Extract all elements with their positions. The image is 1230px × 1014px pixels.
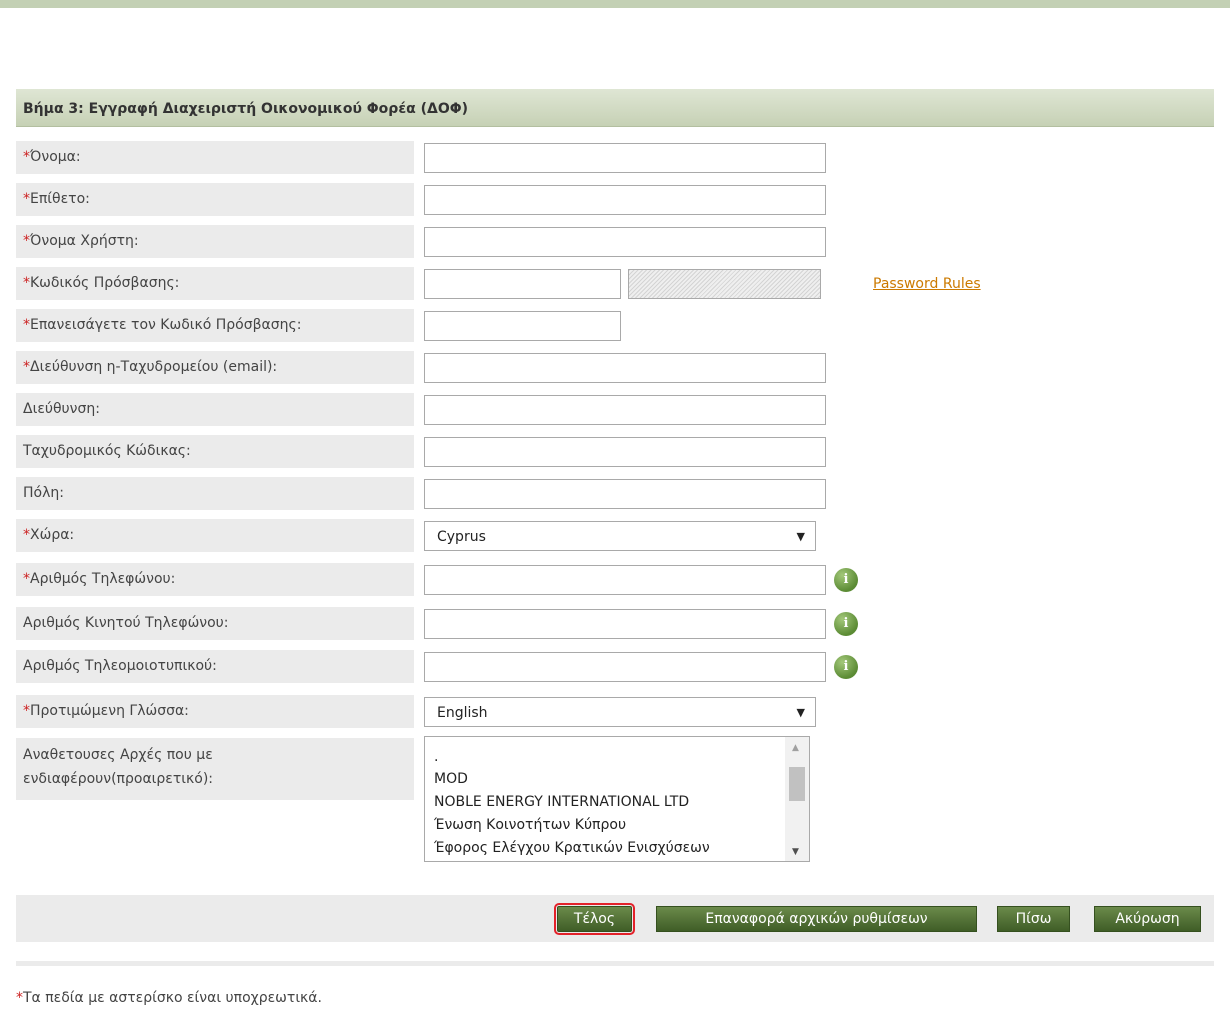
password-rules-link[interactable]: Password Rules [873,267,981,301]
email-input[interactable] [424,353,826,383]
fax-input[interactable] [424,652,826,682]
username-label: *Όνομα Χρήστη: [16,225,414,258]
required-asterisk: * [23,275,30,291]
required-asterisk: * [16,990,23,1006]
required-asterisk: * [23,317,30,333]
form-row-email: *Διεύθυνση η-Ταχυδρομείου (email): [16,351,1214,385]
country-label: *Χώρα: [16,519,414,552]
password-confirm-input[interactable] [424,311,621,341]
authorities-listbox[interactable]: . MOD NOBLE ENERGY INTERNATIONAL LTD Ένω… [424,736,810,862]
postal-code-label: Ταχυδρομικός Κώδικας: [16,435,414,468]
form-row-fax: Αριθμός Τηλεομοιοτυπικού: i [16,650,1214,684]
required-fields-note: *Τα πεδία με αστερίσκο είναι υποχρεωτικά… [16,990,322,1006]
last-name-label-text: Επίθετο: [30,191,90,207]
list-item[interactable]: MOD [434,767,780,791]
scroll-up-icon[interactable]: ▲ [792,743,799,753]
cancel-button[interactable]: Ακύρωση [1094,906,1201,932]
required-asterisk: * [23,233,30,249]
city-label: Πόλη: [16,477,414,510]
form-row-country: *Χώρα: Cyprus ▼ [16,519,1214,553]
finish-button[interactable]: Τέλος [554,903,635,935]
scrollbar-thumb[interactable] [789,767,805,801]
reset-button[interactable]: Επαναφορά αρχικών ρυθμίσεων [656,906,977,932]
language-selected-value: English [437,705,488,721]
address-input[interactable] [424,395,826,425]
first-name-input[interactable] [424,143,826,173]
footnote-text: Τα πεδία με αστερίσκο είναι υποχρεωτικά. [23,990,322,1006]
last-name-input[interactable] [424,185,826,215]
mobile-input[interactable] [424,609,826,639]
info-icon[interactable]: i [834,655,858,679]
authorities-label-line2: ενδιαφέρουν(προαιρετικό): [23,771,214,787]
required-asterisk: * [23,149,30,165]
language-label: *Προτιμώμενη Γλώσσα: [16,695,414,728]
password-label: *Κωδικός Πρόσβασης: [16,267,414,300]
form-row-postal-code: Ταχυδρομικός Κώδικας: [16,435,1214,469]
form-row-mobile: Αριθμός Κινητού Τηλεφώνου: i [16,607,1214,641]
password-label-text: Κωδικός Πρόσβασης: [30,275,180,291]
mobile-label: Αριθμός Κινητού Τηλεφώνου: [16,607,414,640]
chevron-down-icon: ▼ [796,706,805,719]
form-row-password-confirm: *Επανεισάγετε τον Κωδικό Πρόσβασης: [16,309,1214,343]
phone-label-text: Αριθμός Τηλεφώνου: [30,571,176,587]
language-select[interactable]: English ▼ [424,697,816,727]
username-input[interactable] [424,227,826,257]
form-row-first-name: *Όνομα: [16,141,1214,175]
back-button[interactable]: Πίσω [997,906,1070,932]
top-accent-bar [0,0,1230,8]
list-item[interactable]: Έφορος Ελέγχου Κρατικών Ενισχύσεων [434,836,780,860]
country-selected-value: Cyprus [437,529,486,545]
first-name-label-text: Όνομα: [30,149,81,165]
password-confirm-label: *Επανεισάγετε τον Κωδικό Πρόσβασης: [16,309,414,342]
required-asterisk: * [23,703,30,719]
required-asterisk: * [23,359,30,375]
authorities-label: Αναθετουσες Αρχές που με ενδιαφέρουν(προ… [16,738,414,800]
info-icon[interactable]: i [834,568,858,592]
info-icon[interactable]: i [834,612,858,636]
panel-title: Βήμα 3: Εγγραφή Διαχειριστή Οικονομικού … [16,89,1214,127]
email-label-text: Διεύθυνση η-Ταχυδρομείου (email): [30,359,278,375]
country-select[interactable]: Cyprus ▼ [424,521,816,551]
required-asterisk: * [23,527,30,543]
authorities-label-line1: Αναθετουσες Αρχές που με [23,747,213,763]
form-row-phone: *Αριθμός Τηλεφώνου: i [16,563,1214,597]
form-row-password: *Κωδικός Πρόσβασης: Password Rules [16,267,1214,301]
country-label-text: Χώρα: [30,527,75,543]
required-asterisk: * [23,571,30,587]
form-row-username: *Όνομα Χρήστη: [16,225,1214,259]
divider [16,961,1214,966]
list-item[interactable]: Ένωση Κοινοτήτων Κύπρου [434,813,780,837]
password-input[interactable] [424,269,621,299]
form-row-city: Πόλη: [16,477,1214,511]
password-strength-meter [628,269,821,299]
address-label: Διεύθυνση: [16,393,414,426]
form-row-last-name: *Επίθετο: [16,183,1214,217]
list-item[interactable]: . [434,745,780,769]
last-name-label: *Επίθετο: [16,183,414,216]
phone-label: *Αριθμός Τηλεφώνου: [16,563,414,596]
required-asterisk: * [23,191,30,207]
listbox-scrollbar[interactable]: ▲ ▼ [785,737,809,861]
form-row-language: *Προτιμώμενη Γλώσσα: English ▼ [16,695,1214,729]
first-name-label: *Όνομα: [16,141,414,174]
fax-label: Αριθμός Τηλεομοιοτυπικού: [16,650,414,683]
scroll-down-icon[interactable]: ▼ [792,847,799,857]
city-input[interactable] [424,479,826,509]
username-label-text: Όνομα Χρήστη: [30,233,139,249]
language-label-text: Προτιμώμενη Γλώσσα: [30,703,189,719]
phone-input[interactable] [424,565,826,595]
form-row-address: Διεύθυνση: [16,393,1214,427]
list-item[interactable]: NOBLE ENERGY INTERNATIONAL LTD [434,790,780,814]
postal-code-input[interactable] [424,437,826,467]
email-label: *Διεύθυνση η-Ταχυδρομείου (email): [16,351,414,384]
chevron-down-icon: ▼ [796,530,805,543]
password-confirm-label-text: Επανεισάγετε τον Κωδικό Πρόσβασης: [30,317,302,333]
